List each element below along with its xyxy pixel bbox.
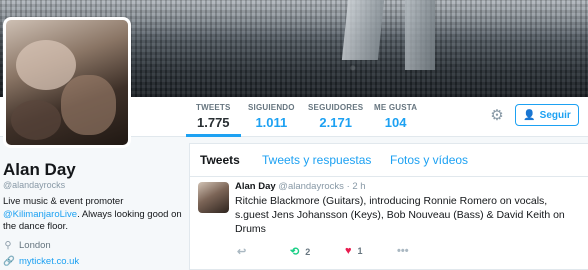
tab-tweets[interactable]: Tweets — [200, 153, 240, 167]
tweet-author-handle[interactable]: @alandayrocks — [278, 181, 344, 192]
follow-label: Seguir — [539, 109, 571, 121]
bio-mention-link[interactable]: @KilimanjaroLive — [3, 209, 77, 220]
retweet-button[interactable]: ⟲ 2 — [290, 245, 310, 258]
reply-icon: ↩ — [237, 246, 247, 258]
tab-photos-videos[interactable]: Fotos y vídeos — [390, 153, 468, 167]
stat-value: 1.775 — [197, 115, 230, 130]
location-pin-icon: ⚲ — [4, 240, 12, 251]
stat-value: 104 — [384, 115, 407, 130]
stat-value: 2.171 — [319, 115, 352, 130]
retweet-icon: ⟲ — [290, 246, 300, 258]
stat-likes[interactable]: ME GUSTA 104 — [374, 103, 417, 130]
follow-button[interactable]: 👤 Seguir — [515, 104, 579, 126]
tweet-author-name[interactable]: Alan Day — [235, 181, 276, 192]
stat-label: SEGUIDORES — [308, 103, 364, 112]
stat-label: TWEETS — [196, 103, 231, 112]
profile-location: ⚲ London — [3, 240, 51, 251]
active-stat-indicator — [186, 134, 241, 137]
tweet-timestamp[interactable]: · 2 h — [347, 181, 366, 192]
tweet-avatar[interactable] — [198, 182, 229, 213]
stat-following[interactable]: SIGUIENDO 1.011 — [248, 103, 295, 130]
like-button[interactable]: ♥ 1 — [345, 245, 363, 257]
stat-followers[interactable]: SEGUIDORES 2.171 — [308, 103, 363, 130]
stat-label: ME GUSTA — [374, 103, 418, 112]
profile-avatar[interactable] — [3, 17, 131, 148]
tweet-header: Alan Day @alandayrocks · 2 h — [235, 181, 366, 192]
location-text: London — [19, 240, 51, 251]
website-text[interactable]: myticket.co.uk — [19, 256, 79, 267]
heart-icon: ♥ — [345, 245, 352, 257]
retweet-count: 2 — [305, 246, 311, 257]
tweet-text: Ritchie Blackmore (Guitars), introducing… — [235, 195, 565, 235]
like-count: 1 — [357, 246, 363, 256]
timeline-panel: Tweets Tweets y respuestas Fotos y vídeo… — [189, 143, 588, 270]
stat-value: 1.011 — [255, 115, 288, 130]
link-icon: 🔗 — [3, 256, 15, 267]
profile-website[interactable]: 🔗 myticket.co.uk — [3, 256, 79, 267]
stat-tweets[interactable]: TWEETS 1.775 — [196, 103, 231, 130]
gear-icon[interactable]: ⚙ — [489, 108, 505, 124]
bio-text: Live music & event promoter — [3, 196, 124, 207]
reply-button[interactable]: ↩ — [237, 245, 246, 258]
tweet-actions: ↩ ⟲ 2 ♥ 1 ••• — [235, 245, 455, 259]
tab-tweets-replies[interactable]: Tweets y respuestas — [262, 153, 371, 167]
stat-label: SIGUIENDO — [248, 103, 295, 112]
profile-name: Alan Day — [3, 160, 76, 179]
profile-bio: Live music & event promoter @Kilimanjaro… — [3, 196, 183, 234]
add-user-icon: 👤 — [523, 109, 536, 121]
profile-handle[interactable]: @alandayrocks — [3, 180, 65, 190]
timeline-tabs: Tweets Tweets y respuestas Fotos y vídeo… — [190, 144, 588, 177]
more-button[interactable]: ••• — [397, 245, 409, 257]
more-icon: ••• — [397, 245, 409, 257]
